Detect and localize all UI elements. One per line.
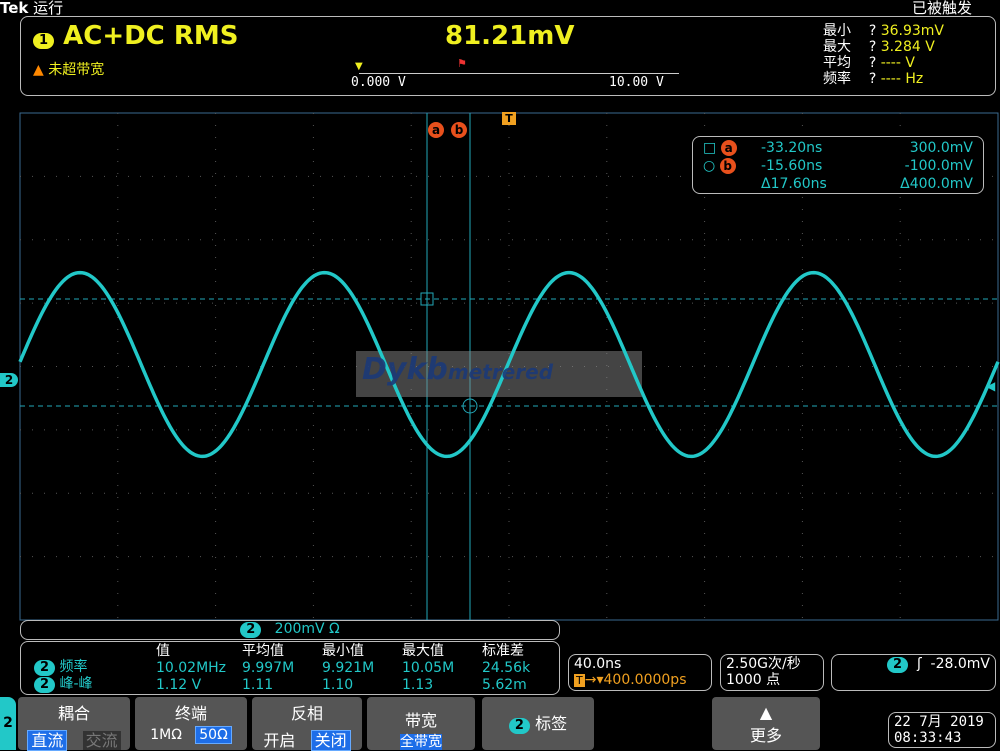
acquisition-readout[interactable]: 2.50G次/秒 1000 点	[720, 654, 824, 691]
channel-2-scale[interactable]: 2 200mV Ω	[20, 620, 560, 640]
table-row: 2 频率 10.02MHz 9.997M 9.921M 10.05M 24.56k	[31, 659, 533, 676]
cursor-b-marker[interactable]: b	[451, 119, 467, 138]
watermark-logo: Dykbmetrered	[362, 352, 554, 387]
rising-edge-icon: ʃ	[916, 656, 922, 672]
trigger-readout[interactable]: 2 ʃ -28.0mV	[831, 654, 996, 691]
date-time: 22 7月 2019 08:33:43	[888, 712, 996, 748]
trigger-level-marker-icon[interactable]: ◀	[986, 379, 995, 393]
trigger-position-marker[interactable]: T	[502, 112, 516, 125]
timebase-readout[interactable]: 40.0ns T →▾400.0000ps	[568, 654, 712, 691]
up-arrow-icon: ▲	[759, 703, 773, 722]
label-button[interactable]: 2 标签	[482, 697, 594, 750]
cursor-a-marker[interactable]: a	[428, 119, 444, 138]
table-row: 2 峰-峰 1.12 V 1.11 1.10 1.13 5.62m	[31, 676, 533, 693]
more-button[interactable]: ▲ 更多	[712, 697, 820, 750]
termination-button[interactable]: 终端 1MΩ 50Ω	[135, 697, 247, 750]
measurement-table[interactable]: 值平均值 最小值 最大值 标准差 2 频率 10.02MHz 9.997M 9.921M 10…	[20, 641, 560, 695]
channel-2-ground-marker[interactable]: 2	[0, 373, 18, 387]
cursor-readout: □ a -33.20ns 300.0mV ○ b -15.60ns -100.0mV Δ…	[692, 136, 984, 194]
bandwidth-button[interactable]: 带宽 全带宽	[367, 697, 475, 750]
channel-2-menu-tab[interactable]: 2	[0, 697, 16, 750]
invert-button[interactable]: 反相 开启 关闭	[252, 697, 362, 751]
coupling-button[interactable]: 耦合 直流 交流	[18, 697, 130, 751]
